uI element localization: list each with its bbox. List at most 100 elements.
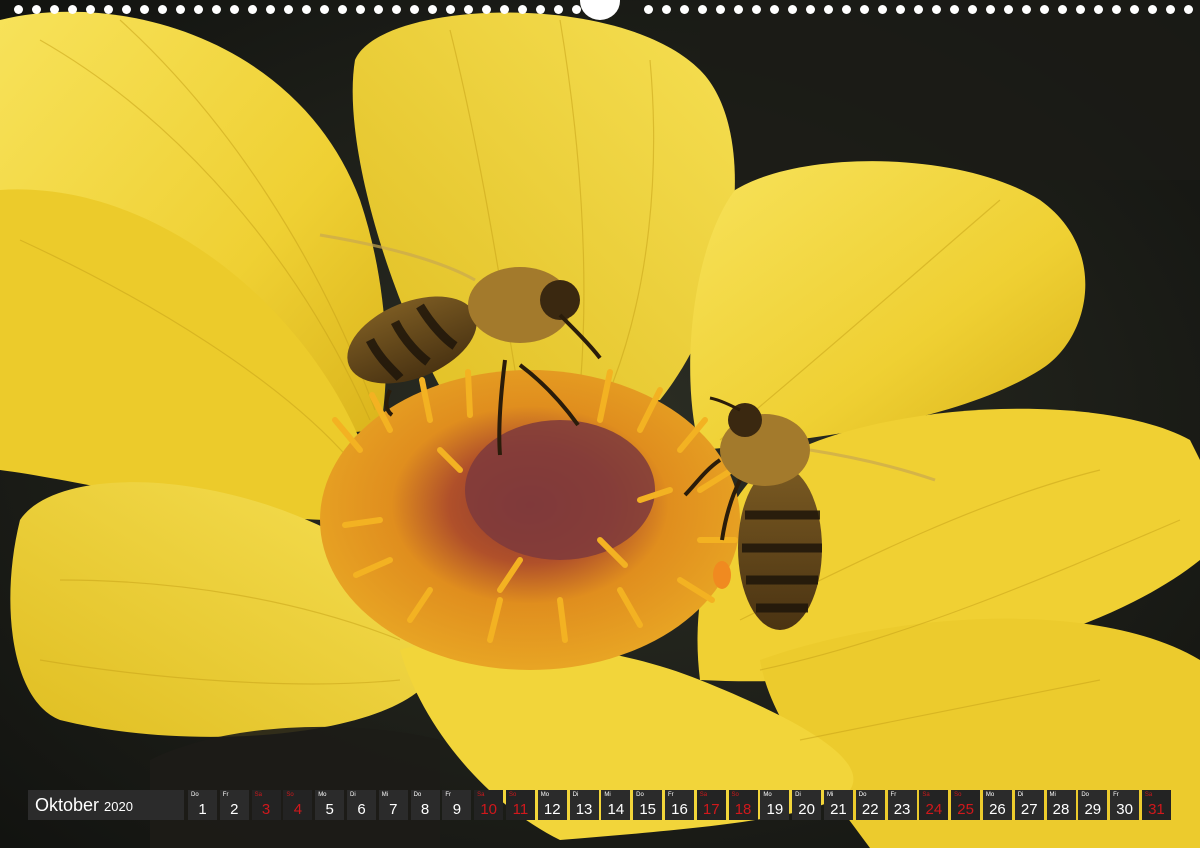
day-number: 30 xyxy=(1116,801,1133,818)
day-number: 7 xyxy=(389,801,398,818)
binding-hole xyxy=(500,5,509,14)
binding-hole xyxy=(68,5,77,14)
day-number: 29 xyxy=(1084,801,1102,818)
day-number: 23 xyxy=(893,801,911,818)
day-cell: Di 20 xyxy=(792,790,822,820)
day-cell: Fr 2 xyxy=(219,790,249,820)
binding-hole xyxy=(554,5,563,14)
month-year: 2020 xyxy=(104,799,133,814)
day-number: 9 xyxy=(452,801,462,818)
day-cell: So 4 xyxy=(283,790,313,820)
month-label-box: Oktober 2020 xyxy=(28,790,184,820)
day-cell: Mi 28 xyxy=(1046,790,1076,820)
binding-hole xyxy=(302,5,311,14)
day-number: 11 xyxy=(512,801,529,818)
day-number: 27 xyxy=(1020,801,1038,818)
binding-hole xyxy=(1094,5,1103,14)
spiral-binding xyxy=(0,0,1200,22)
day-number: 12 xyxy=(543,801,561,818)
binding-hole xyxy=(230,5,239,14)
binding-hole xyxy=(50,5,59,14)
binding-hole xyxy=(122,5,131,14)
day-number: 14 xyxy=(607,801,625,818)
day-number: 21 xyxy=(830,801,847,818)
binding-hole xyxy=(1112,5,1121,14)
binding-hole xyxy=(536,5,545,14)
binding-hole xyxy=(1022,5,1031,14)
binding-hole xyxy=(824,5,833,14)
day-cell: Do 8 xyxy=(410,790,440,820)
day-weekday: Fr xyxy=(667,792,674,798)
day-weekday: So xyxy=(286,792,294,798)
day-cell: Do 1 xyxy=(188,790,217,820)
calendar-hanger xyxy=(580,0,620,20)
binding-hole xyxy=(968,5,977,14)
day-number: 16 xyxy=(671,801,688,818)
day-cell: Do 29 xyxy=(1078,790,1108,820)
binding-hole xyxy=(1004,5,1013,14)
binding-hole xyxy=(194,5,203,14)
binding-hole xyxy=(1184,5,1193,14)
day-weekday: Sa xyxy=(922,792,930,798)
day-cell: Mi 7 xyxy=(378,790,408,820)
day-weekday: Mo xyxy=(318,792,327,798)
day-cell: Mo 19 xyxy=(760,790,790,820)
binding-hole xyxy=(320,5,329,14)
binding-hole xyxy=(914,5,923,14)
binding-hole xyxy=(338,5,347,14)
day-weekday: Do xyxy=(1081,792,1089,798)
day-cell: Mo 12 xyxy=(537,790,567,820)
day-cell: Mi 14 xyxy=(601,790,631,820)
day-weekday: Di xyxy=(795,792,801,798)
binding-hole xyxy=(482,5,491,14)
day-cell: Mo 26 xyxy=(982,790,1012,820)
day-number: 24 xyxy=(925,801,943,818)
day-weekday: So xyxy=(731,792,739,798)
day-cell: Di 27 xyxy=(1014,790,1044,820)
day-weekday: Sa xyxy=(699,792,708,798)
binding-hole xyxy=(1076,5,1085,14)
day-number: 26 xyxy=(989,801,1006,818)
binding-hole xyxy=(788,5,797,14)
day-cell: Mi 21 xyxy=(823,790,853,820)
day-weekday: Mo xyxy=(540,792,550,798)
day-cell: Sa 24 xyxy=(919,790,949,820)
binding-hole xyxy=(248,5,257,14)
flower-photo xyxy=(0,0,1200,848)
day-weekday: Mi xyxy=(1049,792,1056,798)
day-number: 17 xyxy=(702,801,720,818)
day-number: 6 xyxy=(357,801,366,818)
day-weekday: Do xyxy=(191,792,199,798)
binding-hole xyxy=(140,5,149,14)
day-weekday: Do xyxy=(636,792,644,798)
day-number: 22 xyxy=(861,801,879,818)
day-number: 15 xyxy=(639,801,656,818)
day-weekday: Fr xyxy=(1113,792,1119,798)
binding-hole xyxy=(14,5,23,14)
day-cell: Sa 3 xyxy=(251,790,281,820)
binding-hole xyxy=(176,5,185,14)
binding-hole xyxy=(428,5,437,14)
binding-hole xyxy=(1040,5,1049,14)
binding-hole xyxy=(572,5,581,14)
binding-hole xyxy=(950,5,959,14)
day-cell: So 25 xyxy=(951,790,981,820)
day-number: 1 xyxy=(198,801,207,818)
day-cell: So 18 xyxy=(728,790,758,820)
day-weekday: Do xyxy=(413,792,422,798)
day-weekday: Sa xyxy=(477,792,485,798)
day-weekday: Do xyxy=(858,792,867,798)
binding-hole xyxy=(1148,5,1157,14)
calendar-strip: Oktober 2020 Do 1 Fr 2 Sa 3 So 4 Mo 5 Di 6 Mi 7 Do 8 Fr 9… xyxy=(28,790,1174,820)
day-weekday: So xyxy=(954,792,962,798)
binding-hole xyxy=(284,5,293,14)
day-weekday: Sa xyxy=(1144,792,1153,798)
binding-hole xyxy=(1058,5,1067,14)
binding-hole xyxy=(212,5,221,14)
binding-hole xyxy=(860,5,869,14)
binding-hole xyxy=(446,5,455,14)
day-cell: Mo 5 xyxy=(315,790,345,820)
day-cell: Fr 16 xyxy=(664,790,694,820)
day-weekday: Mi xyxy=(381,792,389,798)
photo-dark-corner xyxy=(700,0,1200,180)
